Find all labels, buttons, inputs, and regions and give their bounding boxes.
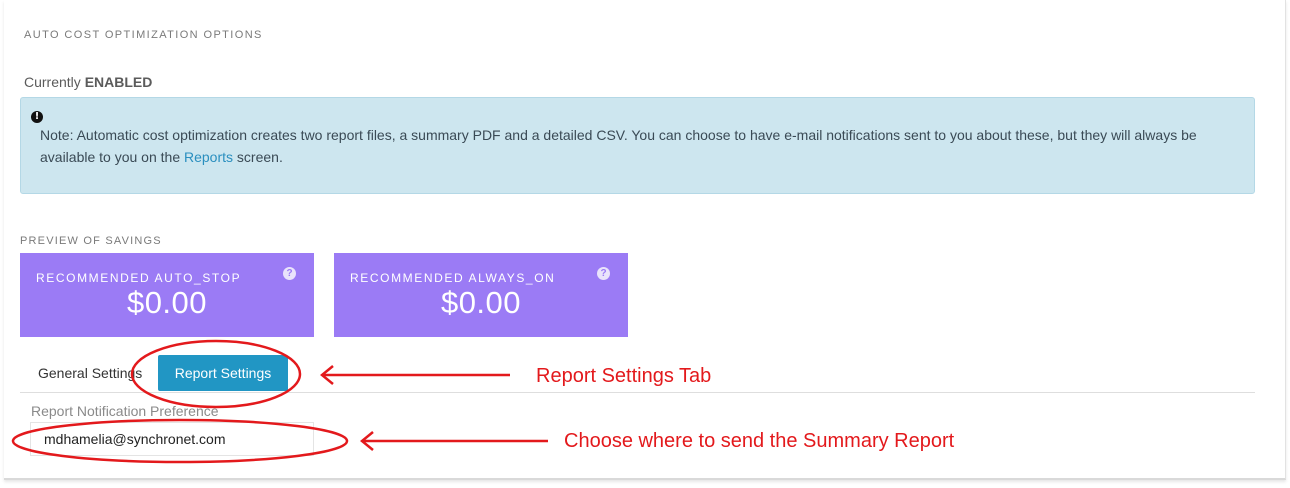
- tile-label: RECOMMENDED AUTO_STOP: [36, 271, 242, 285]
- note-text-after: screen.: [233, 149, 283, 165]
- reports-link[interactable]: Reports: [184, 149, 233, 165]
- question-circle-icon[interactable]: ?: [597, 267, 610, 280]
- status-value: ENABLED: [84, 74, 153, 90]
- tile-value: $0.00: [440, 285, 522, 320]
- report-tab-callout: Report Settings Tab: [536, 365, 712, 387]
- preview-title: PREVIEW OF SAVINGS: [20, 235, 162, 247]
- tab-general-settings[interactable]: General Settings: [38, 365, 142, 381]
- notification-preference-label: Report Notification Preference: [31, 403, 219, 419]
- info-note: ! Note: Automatic cost optimization crea…: [20, 97, 1255, 194]
- note-text: Note: Automatic cost optimization create…: [40, 124, 1240, 168]
- question-circle-icon[interactable]: ?: [283, 267, 296, 280]
- auto-stop-savings-tile: RECOMMENDED AUTO_STOP $0.00 ?: [20, 253, 314, 337]
- tile-label: RECOMMENDED ALWAYS_ON: [350, 271, 556, 285]
- always-on-savings-tile: RECOMMENDED ALWAYS_ON $0.00 ?: [334, 253, 628, 337]
- tab-divider: [20, 392, 1255, 393]
- tab-report-settings[interactable]: Report Settings: [158, 355, 288, 391]
- email-callout: Choose where to send the Summary Report: [564, 430, 955, 452]
- notification-email-input[interactable]: [30, 422, 314, 456]
- section-title: AUTO COST OPTIMIZATION OPTIONS: [24, 29, 263, 41]
- status-prefix: Currently: [24, 74, 81, 90]
- exclamation-circle-icon: !: [31, 111, 43, 123]
- optimization-status: Currently ENABLED: [24, 74, 152, 90]
- tile-value: $0.00: [126, 285, 208, 320]
